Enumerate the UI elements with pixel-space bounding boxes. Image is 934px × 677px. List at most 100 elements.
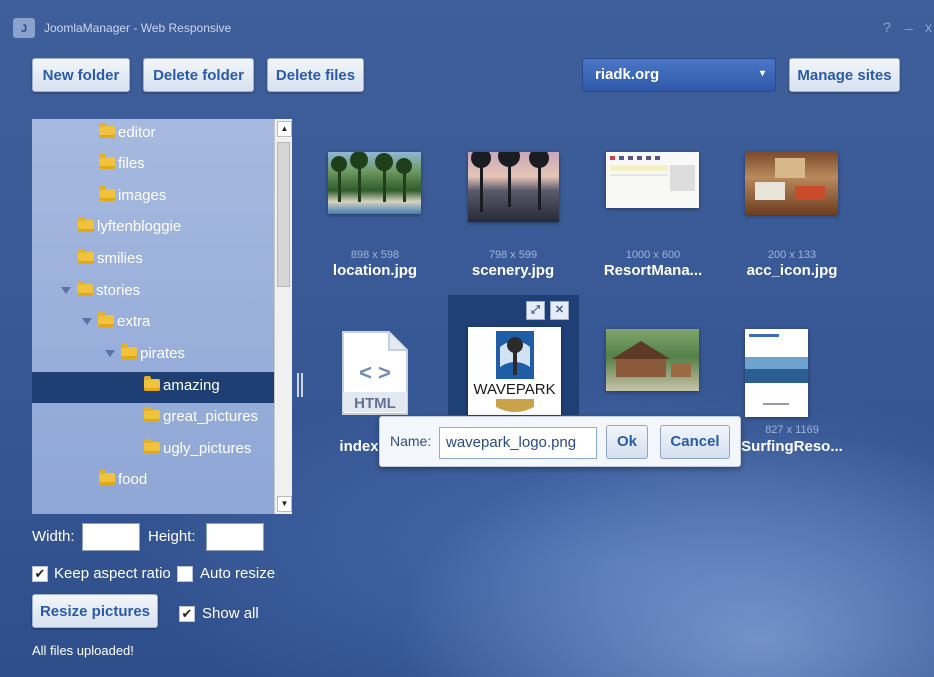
file-thumbnail[interactable]: < > HTML [341,330,409,416]
document-preview-image [745,334,808,405]
room-interior-image [755,158,825,200]
file-thumbnail[interactable]: WAVEPARK [468,327,561,415]
chevron-down-icon: ▾ [759,68,765,79]
file-thumbnail[interactable] [328,151,421,214]
tree-item-label: food [118,471,148,488]
folder-icon [144,407,160,422]
help-button[interactable]: ? [883,19,891,35]
height-label: Height: [148,528,196,545]
tree-item-label: files [118,155,145,172]
app-screenshot-image [610,156,695,191]
file-name: scenery.jpg [471,262,555,279]
file-name: SurfingReso... [741,438,843,455]
expand-triangle-icon[interactable] [105,350,115,357]
file-name: location.jpg [332,262,418,279]
palm-trees-image [331,151,412,202]
tree-item[interactable]: files [32,150,274,181]
tree-item-label: editor [118,124,156,141]
folder-icon [77,281,93,296]
folder-icon [99,123,115,138]
width-input[interactable] [82,523,140,551]
minimize-button[interactable]: _ [905,14,913,30]
folder-tree[interactable]: editor files images lyftenbloggie smilie… [32,119,274,514]
scroll-thumb[interactable] [277,142,290,287]
tree-item[interactable]: great_pictures [32,403,274,434]
show-all-checkbox[interactable]: ✔ [179,606,195,622]
tree-item-label: amazing [163,377,220,394]
tree-item[interactable]: lyftenbloggie [32,213,274,244]
height-input[interactable] [206,523,264,551]
html-file-label: HTML [354,395,396,412]
tree-item[interactable]: ugly_pictures [32,435,274,466]
tree-scrollbar[interactable]: ▲ ▼ [274,119,292,514]
file-thumbnail[interactable] [468,145,559,222]
tree-item[interactable]: editor [32,119,274,150]
window-title: JoomlaManager - Web Responsive [44,21,232,35]
tree-item[interactable]: stories [32,277,274,308]
folder-icon [78,217,94,232]
app-logo-icon: J [13,18,35,38]
site-select[interactable]: riadk.org ▾ [582,58,776,92]
scroll-down-button[interactable]: ▼ [277,496,292,512]
file-dimensions: 200 x 133 [767,249,817,261]
code-glyph: < > [359,360,391,385]
name-input[interactable]: wavepark_logo.png [439,427,597,459]
folder-icon [99,154,115,169]
new-folder-button[interactable]: New folder [32,58,130,92]
name-label: Name: [390,433,432,449]
file-dimensions: 798 x 599 [488,249,538,261]
file-thumbnail[interactable] [606,329,699,391]
folder-icon [98,312,114,327]
folder-icon [144,439,160,454]
logo-text: WAVEPARK [473,381,555,398]
tree-item-label: images [118,187,167,204]
delete-files-button[interactable]: Delete files [267,58,364,92]
tree-item[interactable]: images [32,182,274,213]
close-window-button[interactable]: x [925,19,932,35]
house-photo-image [612,341,691,377]
file-dimensions: 827 x 1169 [765,424,819,436]
html-file-icon: < > HTML [342,331,408,415]
expand-triangle-icon[interactable] [61,287,71,294]
file-name: ResortMana... [603,262,703,279]
auto-resize-checkbox[interactable] [177,566,193,582]
file-thumbnail[interactable] [606,152,699,208]
keep-aspect-label: Keep aspect ratio [54,565,171,582]
expand-triangle-icon[interactable] [82,318,92,325]
site-select-value: riadk.org [595,66,660,83]
rename-dialog: Name: wavepark_logo.png Ok Cancel [379,416,741,467]
scroll-up-button[interactable]: ▲ [277,121,292,137]
manage-sites-button[interactable]: Manage sites [789,58,900,92]
tree-item-label: great_pictures [163,408,259,425]
folder-icon [78,249,94,264]
sunset-palms-image [471,145,549,212]
tree-item[interactable]: pirates [32,340,274,371]
resize-pictures-button[interactable]: Resize pictures [32,594,158,628]
wavepark-logo-image: WAVEPARK [470,331,559,412]
file-dimensions: 1000 x 600 [625,249,681,261]
file-thumbnail[interactable] [745,152,838,215]
folder-icon [121,344,137,359]
keep-aspect-checkbox[interactable]: ✔ [32,566,48,582]
cancel-button[interactable]: Cancel [660,425,730,459]
tree-item[interactable]: amazing [32,372,274,403]
status-text: All files uploaded! [32,643,134,658]
tree-item[interactable]: extra [32,308,274,339]
file-thumbnail[interactable] [745,329,808,417]
folder-icon [144,376,160,391]
close-icon[interactable]: ✕ [550,301,569,320]
folder-icon [99,186,115,201]
show-all-label: Show all [202,605,259,622]
tree-item[interactable]: food [32,466,274,497]
ok-button[interactable]: Ok [606,425,648,459]
delete-folder-button[interactable]: Delete folder [143,58,254,92]
tree-item[interactable]: smilies [32,245,274,276]
app-window: J JoomlaManager - Web Responsive ? _ x N… [0,0,934,677]
panel-splitter-handle[interactable] [297,373,303,397]
expand-icon[interactable]: ⤢ [526,301,545,320]
tree-item-label: lyftenbloggie [97,218,182,235]
tree-item-label: extra [117,313,151,330]
tree-item-label: stories [96,282,141,299]
file-dimensions: 898 x 598 [350,249,400,261]
tree-item-label: pirates [140,345,186,362]
